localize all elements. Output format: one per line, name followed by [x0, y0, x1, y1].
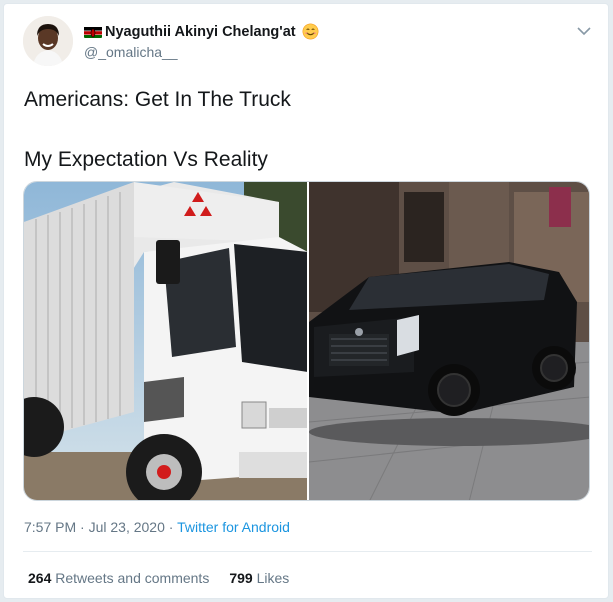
kenya-flag-icon [84, 26, 102, 38]
likes-count: 799 [229, 570, 253, 586]
author-handle[interactable]: @_omalicha__ [84, 44, 178, 60]
retweets-count: 264 [28, 570, 52, 586]
meta-separator: · [168, 519, 174, 535]
tweet-card: Nyaguthii Akinyi Chelang'at @_omalicha__… [3, 3, 609, 599]
tweet-text-line-1: Americans: Get In The Truck [24, 88, 291, 111]
tweet-time[interactable]: 7:57 PM [24, 519, 76, 535]
tweet-source-link[interactable]: Twitter for Android [177, 519, 290, 535]
tweet-media[interactable] [23, 181, 590, 501]
tweet-text-line-2: My Expectation Vs Reality [24, 148, 268, 171]
retweets-label: Retweets and comments [55, 570, 210, 586]
timestamp-separator: · [80, 519, 85, 535]
truck-photo[interactable] [24, 182, 307, 500]
tweet-date[interactable]: Jul 23, 2020 [89, 519, 165, 535]
likes-stat[interactable]: 799 Likes [229, 570, 289, 586]
divider [23, 551, 592, 552]
tweet-stats: 264 Retweets and comments 799 Likes [28, 570, 289, 586]
smiling-face-emoji-icon [302, 23, 319, 40]
likes-label: Likes [256, 570, 290, 586]
author-display-name[interactable]: Nyaguthii Akinyi Chelang'at [105, 24, 296, 40]
author-name-row[interactable]: Nyaguthii Akinyi Chelang'at [84, 23, 319, 40]
tweet-timestamp: 7:57 PM · Jul 23, 2020 · Twitter for And… [24, 519, 290, 535]
suv-photo[interactable] [309, 182, 589, 500]
retweets-stat[interactable]: 264 Retweets and comments [28, 570, 209, 586]
chevron-down-icon[interactable] [577, 26, 591, 36]
avatar[interactable] [23, 16, 73, 66]
